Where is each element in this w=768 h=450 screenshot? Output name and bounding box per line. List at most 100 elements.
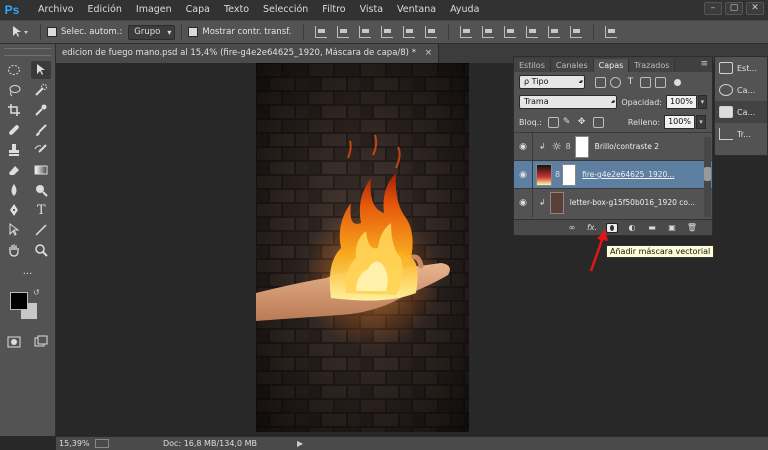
lock-position-icon[interactable]: ✥ [578, 117, 589, 128]
layer-row-selected[interactable]: ◉ 8 fire-g4e2e64625_1920... [514, 160, 712, 189]
tab-capas[interactable]: Capas [593, 59, 630, 72]
swap-colors-icon[interactable]: ↺ [33, 288, 40, 297]
new-group-icon[interactable]: ▬ [646, 223, 658, 233]
menu-ayuda[interactable]: Ayuda [443, 0, 486, 20]
auto-select-target-select[interactable]: Grupo [128, 24, 176, 40]
maximize-button[interactable]: ▢ [725, 2, 743, 15]
blur-tool-icon[interactable] [4, 181, 24, 199]
layer-mask-thumbnail[interactable] [574, 135, 589, 158]
dock-estilos[interactable]: Est... [715, 57, 767, 79]
dodge-tool-icon[interactable] [31, 181, 51, 199]
document-canvas[interactable] [256, 63, 469, 432]
filter-pixel-icon[interactable] [595, 76, 606, 88]
more-tools-icon[interactable]: ··· [18, 265, 38, 283]
layer-name[interactable]: fire-g4e2e64625_1920... [582, 170, 674, 179]
distribute-right-icon[interactable] [570, 26, 583, 38]
link-layers-icon[interactable]: ∞ [566, 223, 578, 233]
layers-scrollbar[interactable] [704, 137, 711, 217]
status-menu-arrow-icon[interactable]: ▶ [297, 439, 303, 448]
link-chain-icon[interactable]: 8 [555, 170, 560, 179]
menu-texto[interactable]: Texto [217, 0, 256, 20]
layer-row[interactable]: ◉ ↲ ☼ 8 Brillo/contraste 2 [514, 132, 712, 161]
eyedropper-tool-icon[interactable] [31, 101, 51, 119]
dock-trazados[interactable]: Tr... [715, 123, 767, 145]
fill-input[interactable]: 100% [664, 115, 695, 129]
tab-trazados[interactable]: Trazados [629, 59, 676, 72]
quick-mask-icon[interactable] [4, 333, 24, 351]
menu-filtro[interactable]: Filtro [315, 0, 352, 20]
filter-adjustment-icon[interactable] [610, 76, 621, 88]
panel-menu-icon[interactable]: ≡ [700, 59, 708, 69]
align-bottom-icon[interactable] [359, 26, 372, 38]
menu-archivo[interactable]: Archivo [31, 0, 81, 20]
tab-estilos[interactable]: Estilos [514, 59, 551, 72]
zoom-tool-icon[interactable] [31, 241, 51, 259]
visibility-eye-icon[interactable]: ◉ [514, 198, 532, 208]
menu-imagen[interactable]: Imagen [129, 0, 179, 20]
menu-capa[interactable]: Capa [179, 0, 217, 20]
screen-mode-icon[interactable] [31, 333, 51, 351]
visibility-eye-icon[interactable]: ◉ [514, 170, 532, 180]
delete-layer-icon[interactable]: 🗑 [686, 223, 698, 233]
move-tool-icon[interactable] [31, 61, 52, 79]
layer-name[interactable]: letter-box-g15f50b016_1920 co... [570, 198, 695, 207]
distribute-top-icon[interactable] [460, 26, 473, 38]
align-hcenter-icon[interactable] [403, 26, 416, 38]
menu-edicion[interactable]: Edición [81, 0, 129, 20]
distribute-vcenter-icon[interactable] [482, 26, 495, 38]
filter-smart-object-icon[interactable] [655, 76, 666, 88]
toolbar-grip[interactable] [4, 48, 51, 56]
marquee-tool-icon[interactable] [4, 61, 24, 79]
path-selection-tool-icon[interactable] [4, 221, 24, 239]
layer-name[interactable]: Brillo/contraste 2 [595, 142, 659, 151]
auto-select-checkbox[interactable] [47, 27, 57, 37]
hand-tool-icon[interactable] [4, 241, 24, 259]
tab-canales[interactable]: Canales [550, 59, 594, 72]
zoom-level[interactable]: 15,39% [59, 439, 90, 448]
blend-mode-select[interactable]: Trama [519, 95, 618, 109]
pen-tool-icon[interactable] [4, 201, 24, 219]
align-right-icon[interactable] [425, 26, 438, 38]
menu-ventana[interactable]: Ventana [390, 0, 443, 20]
healing-brush-tool-icon[interactable] [4, 121, 24, 139]
dock-canales[interactable]: Ca... [715, 79, 767, 101]
dock-capas[interactable]: Ca... [715, 101, 767, 123]
lock-all-icon[interactable] [592, 116, 604, 128]
layer-row[interactable]: ◉ ↲ letter-box-g15f50b016_1920 co... [514, 188, 712, 217]
move-tool-preset-icon[interactable] [10, 23, 34, 41]
foreground-color-swatch[interactable] [10, 292, 28, 310]
lock-pixels-icon[interactable]: ✎ [563, 117, 574, 128]
align-left-icon[interactable] [381, 26, 394, 38]
opacity-dropdown-icon[interactable]: ▾ [697, 95, 707, 109]
minimize-button[interactable]: – [704, 2, 722, 15]
line-tool-icon[interactable] [31, 221, 51, 239]
opacity-input[interactable]: 100% [665, 95, 697, 109]
menu-seleccion[interactable]: Selección [256, 0, 315, 20]
quick-selection-tool-icon[interactable] [31, 81, 51, 99]
type-tool-icon[interactable]: T [31, 201, 51, 219]
filter-type-icon[interactable]: T [625, 77, 636, 88]
auto-align-layers-icon[interactable] [605, 26, 618, 38]
new-adjustment-layer-icon[interactable]: ◐ [626, 223, 638, 233]
layer-thumbnail[interactable] [536, 163, 552, 186]
clone-stamp-tool-icon[interactable] [4, 141, 24, 159]
menu-vista[interactable]: Vista [353, 0, 390, 20]
eraser-tool-icon[interactable] [4, 161, 24, 179]
align-top-icon[interactable] [315, 26, 328, 38]
lasso-tool-icon[interactable] [4, 81, 24, 99]
lock-transparency-icon[interactable] [547, 116, 559, 128]
filter-shape-icon[interactable] [640, 76, 651, 88]
history-brush-tool-icon[interactable] [31, 141, 51, 159]
align-vcenter-icon[interactable] [337, 26, 350, 38]
close-window-button[interactable]: ✕ [746, 2, 764, 15]
layer-mask-thumbnail[interactable] [562, 163, 577, 186]
distribute-hcenter-icon[interactable] [548, 26, 561, 38]
layer-filter-type-select[interactable]: ρ Tipo [519, 75, 585, 89]
distribute-left-icon[interactable] [526, 26, 539, 38]
document-tab[interactable]: edicion de fuego mano.psd al 15,4% (fire… [56, 44, 440, 63]
scrollbar-thumb[interactable] [704, 167, 711, 181]
layer-thumbnail[interactable] [549, 191, 564, 214]
brush-tool-icon[interactable] [31, 121, 51, 139]
visibility-eye-icon[interactable]: ◉ [514, 142, 532, 152]
close-document-icon[interactable]: × [425, 48, 433, 58]
